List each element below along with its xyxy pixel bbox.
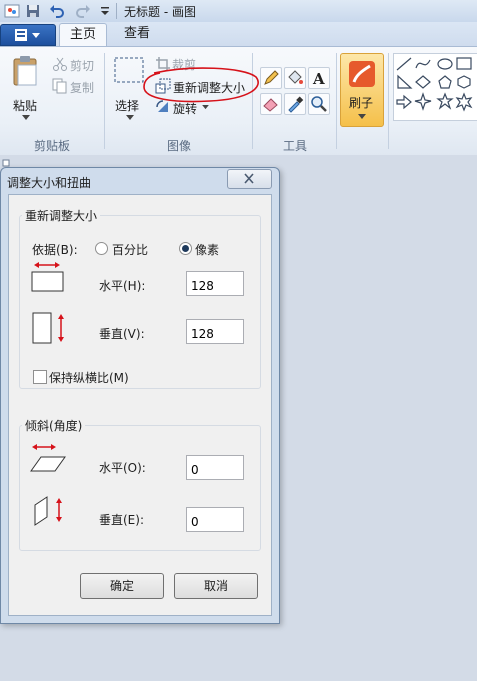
svg-text:A: A xyxy=(312,70,325,88)
pencil-tool[interactable] xyxy=(260,67,282,89)
tab-home[interactable]: 主页 xyxy=(59,23,107,47)
chevron-down-icon xyxy=(358,114,366,119)
pixels-radio[interactable] xyxy=(179,242,192,255)
canvas-resize-handle[interactable] xyxy=(2,159,10,167)
cut-button[interactable]: 剪切 xyxy=(70,57,94,74)
paste-label: 粘贴 xyxy=(13,99,38,113)
copy-button[interactable]: 复制 xyxy=(70,79,94,96)
clipboard-icon xyxy=(13,56,37,86)
paste-button[interactable]: 粘贴 xyxy=(6,51,46,125)
paint-bucket-icon xyxy=(288,70,303,84)
close-icon xyxy=(244,173,254,184)
shapes-gallery[interactable] xyxy=(393,53,477,121)
resize-group-title: 重新调整大小 xyxy=(25,209,98,223)
skew-vertical-icon xyxy=(34,496,62,526)
dialog-body: 重新调整大小 依据(B): 百分比 像素 水平(H): 垂直(V): 保持纵横比… xyxy=(8,194,272,616)
paint-app-icon xyxy=(4,4,20,18)
undo-icon[interactable] xyxy=(49,3,65,19)
skew-group-title: 倾斜(角度) xyxy=(25,419,83,433)
group-separator xyxy=(336,53,337,149)
close-button[interactable] xyxy=(227,169,272,189)
pencil-icon xyxy=(264,70,279,85)
horizontal-input[interactable] xyxy=(186,271,244,296)
text-tool[interactable]: A xyxy=(308,67,330,89)
chevron-down-icon xyxy=(22,115,30,120)
ok-button[interactable]: 确定 xyxy=(80,573,164,599)
tab-view[interactable]: 查看 xyxy=(114,23,160,46)
chevron-down-icon xyxy=(202,105,209,110)
group-separator xyxy=(388,53,389,149)
image-group-label: 图像 xyxy=(166,139,191,153)
fill-tool[interactable] xyxy=(284,67,306,89)
ribbon-panel: 粘贴 剪切 复制 剪贴板 选择 裁剪 重新调整大小 旋转 图像 A 工具 刷子 xyxy=(0,46,477,156)
skew-vertical-label: 垂直(E): xyxy=(99,513,144,527)
pixels-label[interactable]: 像素 xyxy=(195,241,219,258)
text-a-icon: A xyxy=(312,70,325,88)
eraser-icon xyxy=(263,98,278,112)
keep-ratio-checkbox[interactable] xyxy=(33,370,47,384)
select-label: 选择 xyxy=(115,99,140,113)
clipboard-group-label: 剪贴板 xyxy=(33,139,70,153)
annotation-circle xyxy=(143,67,259,103)
chevron-down-icon xyxy=(126,115,134,120)
vertical-label: 垂直(V): xyxy=(99,327,145,341)
tools-group-label: 工具 xyxy=(282,139,307,153)
cancel-button[interactable]: 取消 xyxy=(174,573,258,599)
app-menu-button[interactable] xyxy=(0,24,56,46)
resize-skew-dialog: 调整大小和扭曲 重新调整大小 依据(B): 百分比 像素 水平(H): 垂直(V… xyxy=(0,167,280,624)
magnifier-tool[interactable] xyxy=(308,93,330,115)
brushes-label: 刷子 xyxy=(349,96,374,110)
skew-horizontal-icon xyxy=(30,444,66,472)
save-icon[interactable] xyxy=(25,3,41,19)
skew-horizontal-input[interactable] xyxy=(186,455,244,480)
vertical-input[interactable] xyxy=(186,319,244,344)
resize-horizontal-icon xyxy=(31,262,64,292)
resize-group: 重新调整大小 xyxy=(19,207,261,389)
eraser-tool[interactable] xyxy=(260,93,282,115)
title-bar: 无标题 - 画图 xyxy=(0,0,477,23)
dialog-title: 调整大小和扭曲 xyxy=(7,176,92,190)
window-title: 无标题 - 画图 xyxy=(124,5,196,19)
scissors-icon[interactable] xyxy=(52,56,68,72)
brushes-button[interactable]: 刷子 xyxy=(340,53,384,127)
redo-icon[interactable] xyxy=(75,3,91,19)
shapes-icon xyxy=(396,57,473,112)
ribbon-tab-bar: 主页 查看 xyxy=(0,22,477,47)
brush-icon xyxy=(349,61,375,87)
group-separator xyxy=(104,53,105,149)
skew-vertical-input[interactable] xyxy=(186,507,244,532)
resize-vertical-icon xyxy=(32,312,64,344)
magnifier-icon xyxy=(311,96,327,112)
menu-icon xyxy=(15,29,40,41)
percent-label[interactable]: 百分比 xyxy=(112,241,148,258)
skew-horizontal-label: 水平(O): xyxy=(99,461,146,475)
percent-radio[interactable] xyxy=(95,242,108,255)
color-picker-tool[interactable] xyxy=(284,93,306,115)
customize-toolbar-icon[interactable] xyxy=(97,3,113,19)
copy-icon[interactable] xyxy=(52,78,68,94)
keep-ratio-label[interactable]: 保持纵横比(M) xyxy=(49,369,129,386)
eyedropper-icon xyxy=(288,96,304,113)
by-label: 依据(B): xyxy=(32,243,78,257)
horizontal-label: 水平(H): xyxy=(99,279,146,293)
